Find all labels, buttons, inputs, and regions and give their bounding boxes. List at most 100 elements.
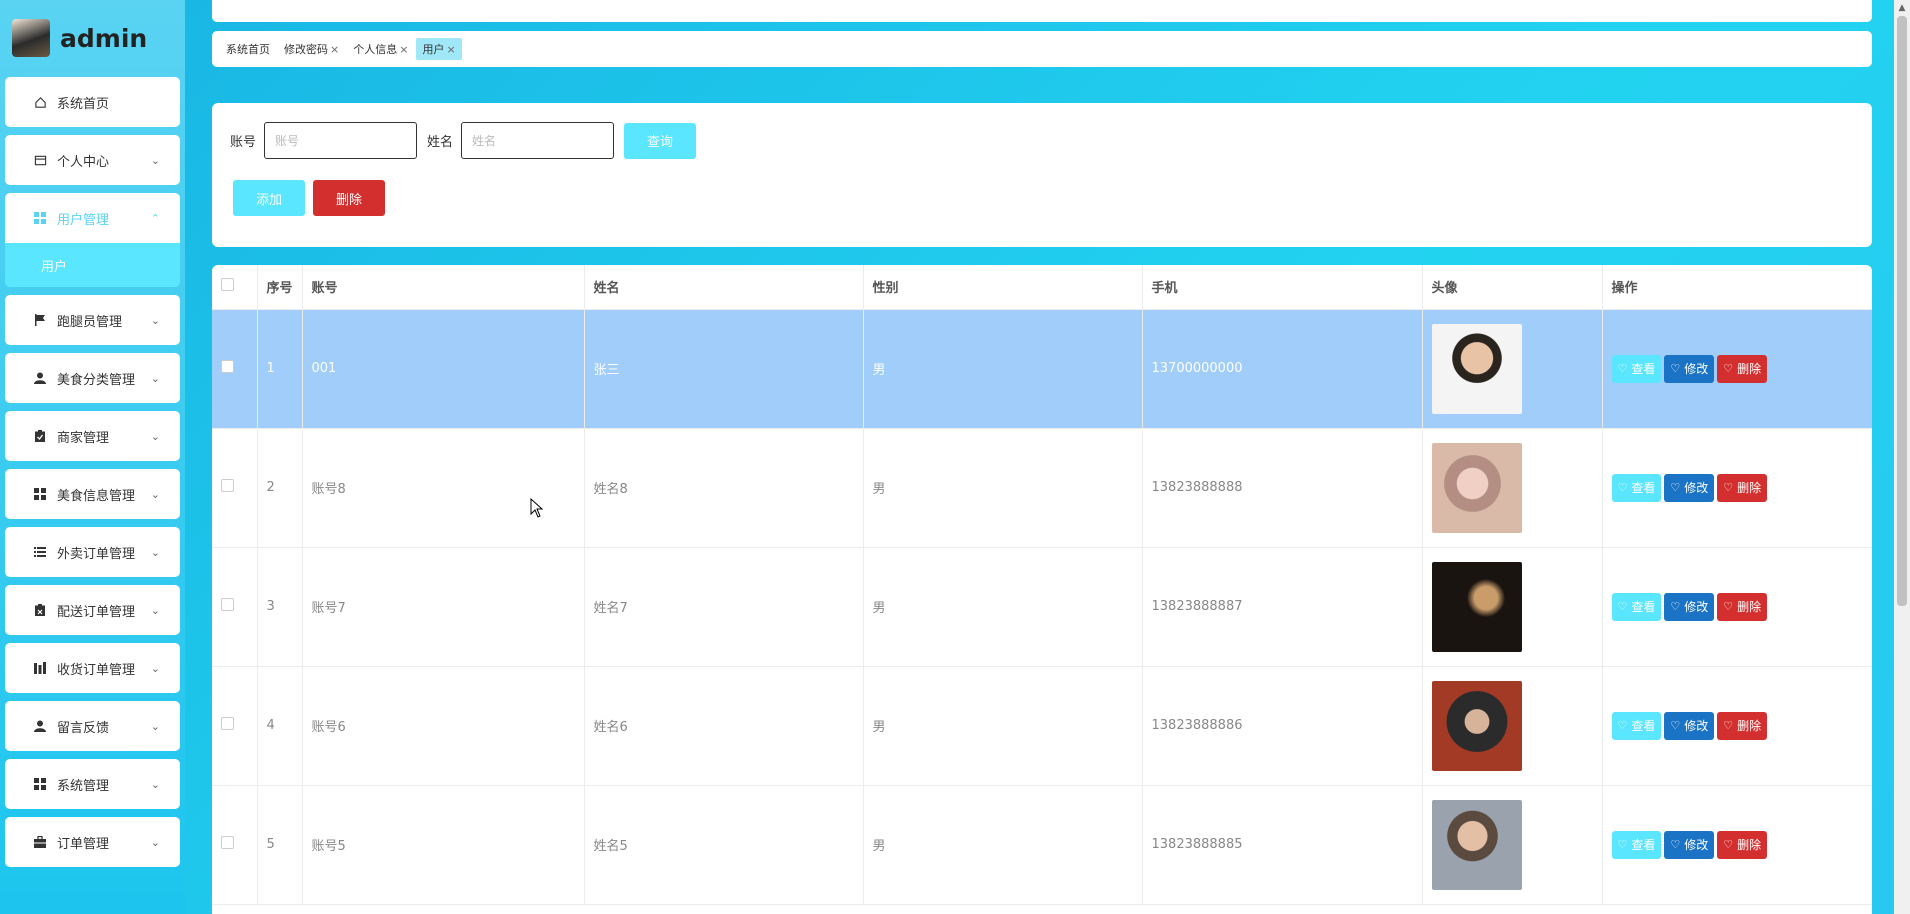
clipboard-icon <box>33 603 47 617</box>
query-button[interactable]: 查询 <box>624 122 697 159</box>
delete-button[interactable]: ♡ 删除 <box>1717 711 1768 740</box>
edit-label: 修改 <box>1684 481 1709 495</box>
row-actions: ♡ 查看 ♡ 修改 ♡ 删除 <box>1611 711 1872 740</box>
row-checkbox[interactable] <box>221 717 234 730</box>
flag-icon <box>33 313 47 327</box>
avatar-image <box>1431 561 1522 652</box>
sidebar-subitem-user[interactable]: 用户 <box>5 243 180 287</box>
scroll-up-icon[interactable]: ▲ <box>1894 0 1910 16</box>
chevron-down-icon: ⌄ <box>150 719 160 733</box>
sidebar-item-receipt-orders[interactable]: 收货订单管理 ⌄ <box>5 643 180 693</box>
chevron-down-icon: ⌄ <box>150 777 160 791</box>
sidebar-item-personal[interactable]: 个人中心 ⌄ <box>5 135 180 185</box>
row-checkbox[interactable] <box>221 360 234 373</box>
column-header[interactable]: 手机 <box>1142 265 1423 310</box>
sidebar-item-takeout-orders[interactable]: 外卖订单管理 ⌄ <box>5 527 180 577</box>
delete-button[interactable]: ♡ 删除 <box>1717 830 1768 859</box>
sidebar-item-merchants[interactable]: 商家管理 ⌄ <box>5 411 180 461</box>
chart-icon <box>33 661 47 675</box>
sidebar-item-label: 美食分类管理 <box>57 372 136 388</box>
sidebar-item-food-info[interactable]: 美食信息管理 ⌄ <box>5 469 180 519</box>
row-checkbox[interactable] <box>221 598 234 611</box>
sidebar-item-label: 留言反馈 <box>57 720 110 736</box>
sidebar-item-system[interactable]: 系统管理 ⌄ <box>5 759 180 809</box>
delete-button[interactable]: ♡ 删除 <box>1717 354 1768 383</box>
tab-user[interactable]: 用户 × <box>416 38 462 60</box>
heart-icon: ♡ <box>1617 719 1628 732</box>
edit-button[interactable]: ♡ 修改 <box>1664 711 1715 740</box>
tab-home[interactable]: 系统首页 <box>220 38 276 60</box>
edit-button[interactable]: ♡ 修改 <box>1664 473 1715 502</box>
view-label: 查看 <box>1631 362 1656 376</box>
table-row[interactable]: 4 账号6 姓名6 男 13823888886 ♡ 查看 ♡ 修改 ♡ 删除 <box>212 666 1872 786</box>
avatar[interactable] <box>12 19 50 57</box>
delete-label: 删除 <box>1737 838 1762 852</box>
edit-button[interactable]: ♡ 修改 <box>1664 830 1715 859</box>
sidebar-item-feedback[interactable]: 留言反馈 ⌄ <box>5 701 180 751</box>
heart-icon: ♡ <box>1617 600 1628 613</box>
heart-icon: ♡ <box>1723 481 1734 494</box>
delete-button[interactable]: ♡ 删除 <box>1717 473 1768 502</box>
person-icon <box>33 719 47 733</box>
sidebar-item-runners[interactable]: 跑腿员管理 ⌄ <box>5 295 180 345</box>
sidebar-item-orders[interactable]: 订单管理 ⌄ <box>5 817 180 867</box>
sidebar-item-food-category[interactable]: 美食分类管理 ⌄ <box>5 353 180 403</box>
view-button[interactable]: ♡ 查看 <box>1611 711 1662 740</box>
tab-label: 修改密码 <box>284 43 328 56</box>
vertical-scrollbar[interactable]: ▲ <box>1894 0 1910 914</box>
heart-icon: ♡ <box>1670 600 1681 613</box>
add-button[interactable]: 添加 <box>233 180 305 216</box>
column-header: 头像 <box>1422 265 1603 310</box>
edit-label: 修改 <box>1684 600 1709 614</box>
row-checkbox[interactable] <box>221 836 234 849</box>
grid-icon <box>33 777 47 791</box>
chevron-down-icon: ⌄ <box>150 371 160 385</box>
table-row[interactable]: 3 账号7 姓名7 男 13823888887 ♡ 查看 ♡ 修改 ♡ 删除 <box>212 547 1872 667</box>
column-header[interactable]: 性别 <box>863 265 1143 310</box>
view-button[interactable]: ♡ 查看 <box>1611 830 1662 859</box>
user-table-panel: 序号 账号 姓名 性别 手机 头像 操作 1 001 张三 男 13700000… <box>212 265 1872 914</box>
sidebar-item-label: 系统首页 <box>57 96 110 112</box>
close-icon[interactable]: × <box>446 43 455 56</box>
edit-label: 修改 <box>1684 719 1709 733</box>
person-icon <box>33 371 47 385</box>
delete-label: 删除 <box>1737 481 1762 495</box>
sidebar-item-label: 用户管理 <box>57 212 110 228</box>
edit-button[interactable]: ♡ 修改 <box>1664 592 1715 621</box>
edit-button[interactable]: ♡ 修改 <box>1664 354 1715 383</box>
tab-label: 系统首页 <box>226 43 270 56</box>
row-phone: 13700000000 <box>1142 309 1423 429</box>
view-button[interactable]: ♡ 查看 <box>1611 354 1662 383</box>
tab-personal-info[interactable]: 个人信息 × <box>347 38 414 60</box>
row-checkbox[interactable] <box>221 479 234 492</box>
table-row[interactable]: 5 账号5 姓名5 男 13823888885 ♡ 查看 ♡ 修改 ♡ 删除 <box>212 785 1872 905</box>
heart-icon: ♡ <box>1617 838 1628 851</box>
action-buttons: 添加 删除 <box>233 180 385 216</box>
name-label: 姓名 <box>427 135 454 150</box>
column-header[interactable]: 账号 <box>302 265 585 310</box>
heart-icon: ♡ <box>1617 362 1628 375</box>
table-row[interactable]: 1 001 张三 男 13700000000 ♡ 查看 ♡ 修改 ♡ 删除 <box>212 309 1872 429</box>
delete-label: 删除 <box>1737 719 1762 733</box>
scrollbar-thumb[interactable] <box>1897 16 1907 606</box>
view-button[interactable]: ♡ 查看 <box>1611 473 1662 502</box>
row-account: 账号7 <box>302 547 585 667</box>
heart-icon: ♡ <box>1670 719 1681 732</box>
sidebar-item-users[interactable]: 用户管理 ⌃ <box>5 193 180 243</box>
delete-button[interactable]: ♡ 删除 <box>1717 592 1768 621</box>
sidebar-item-home[interactable]: 系统首页 <box>5 77 180 127</box>
view-label: 查看 <box>1631 838 1656 852</box>
account-search-input[interactable] <box>264 122 418 159</box>
tab-change-password[interactable]: 修改密码 × <box>278 38 345 60</box>
column-header[interactable]: 姓名 <box>584 265 864 310</box>
edit-label: 修改 <box>1684 838 1709 852</box>
table-row[interactable]: 2 账号8 姓名8 男 13823888888 ♡ 查看 ♡ 修改 ♡ 删除 <box>212 428 1872 548</box>
view-button[interactable]: ♡ 查看 <box>1611 592 1662 621</box>
close-icon[interactable]: × <box>399 43 408 56</box>
name-search-input[interactable] <box>461 122 615 159</box>
heart-icon: ♡ <box>1723 600 1734 613</box>
sidebar-item-delivery-orders[interactable]: 配送订单管理 ⌄ <box>5 585 180 635</box>
close-icon[interactable]: × <box>330 43 339 56</box>
batch-delete-button[interactable]: 删除 <box>313 180 385 216</box>
select-all-checkbox[interactable] <box>221 278 234 292</box>
